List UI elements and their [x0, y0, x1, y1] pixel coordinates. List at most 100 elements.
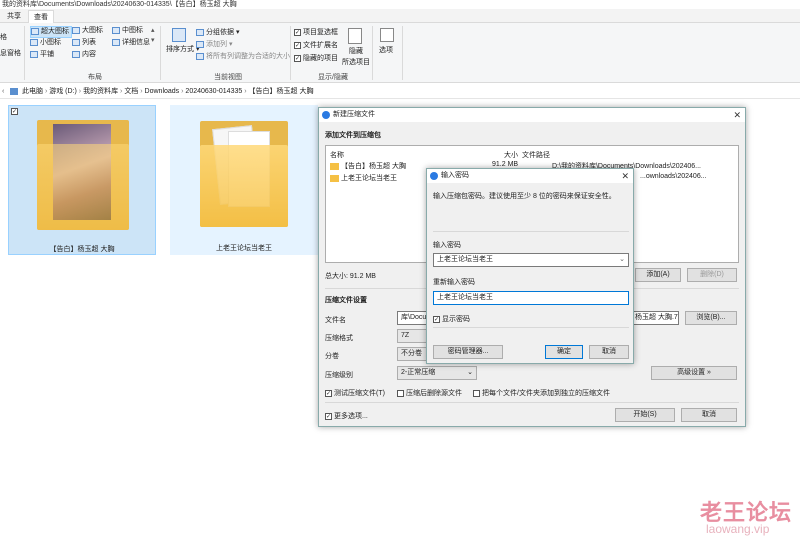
add-column-icon — [196, 40, 204, 48]
layout-details[interactable]: 详细信息 — [112, 38, 150, 48]
ok-button[interactable]: 确定 — [545, 345, 583, 359]
address-bar[interactable]: ‹ 此电脑 › 游戏 (D:) › 我的资料库 › 文档 › Downloads… — [0, 84, 800, 99]
password-input[interactable]: 上老王论坛当老王 ⌄ — [433, 253, 629, 267]
layout-group-label: 布局 — [88, 74, 102, 81]
breadcrumb-item[interactable]: 游戏 (D:) — [49, 88, 77, 95]
window-path-title: 我的资料库\Documents\Downloads\20240630-01433… — [0, 0, 800, 9]
layout-label: 详细信息 — [122, 39, 150, 46]
show-hide-label: 文件扩展名 — [303, 42, 338, 49]
cancel-button[interactable]: 取消 — [589, 345, 629, 359]
close-icon[interactable]: ✕ — [621, 169, 629, 183]
details-pane-cut-label[interactable]: 息窗格 — [0, 49, 21, 59]
item-checkboxes-toggle[interactable]: ✓ 项目复选框 — [294, 28, 338, 38]
filename-input-tail[interactable]: 杨玉超 大胸.7z — [631, 311, 679, 325]
add-button[interactable]: 添加(A) — [635, 268, 681, 282]
layout-tiles[interactable]: 平铺 — [30, 50, 54, 60]
details-icon — [112, 38, 120, 46]
hidden-items-toggle[interactable]: ✓ 隐藏的项目 — [294, 54, 338, 64]
fit-columns-label: 将所有列调整为合适的大小 — [206, 53, 290, 60]
column-size[interactable]: 大小 — [504, 150, 518, 160]
hide-selected-icon — [348, 28, 362, 44]
layout-label: 大图标 — [82, 27, 103, 34]
chevron-down-icon[interactable]: ⌄ — [619, 254, 625, 266]
layout-list[interactable]: 列表 — [72, 38, 96, 48]
breadcrumb-item[interactable]: Downloads — [145, 88, 180, 95]
tab-view[interactable]: 查看 — [28, 10, 54, 23]
close-icon[interactable]: ✕ — [733, 108, 741, 122]
reenter-password-input[interactable]: 上老王论坛当老王 — [433, 291, 629, 305]
add-files-header: 添加文件到压缩包 — [325, 132, 381, 139]
sort-icon — [172, 28, 186, 42]
layout-large-icons[interactable]: 大图标 — [72, 26, 103, 36]
list-icon — [72, 38, 80, 46]
delete-source-checkbox[interactable]: 压缩后删除源文件 — [397, 388, 462, 398]
folder-tile[interactable]: ✓ 【告白】杨玉超 大胸 — [8, 105, 156, 255]
show-password-checkbox[interactable]: ✓ 显示密码 — [433, 314, 470, 324]
navigation-pane-cut-label[interactable]: 格 — [0, 33, 7, 43]
large-icons-icon — [72, 26, 80, 34]
column-name[interactable]: 名称 — [330, 150, 344, 160]
sort-by-button[interactable]: 排序方式 ▾ — [166, 45, 199, 55]
layout-scroll-arrows-icon[interactable]: ▴ ▾ — [151, 26, 155, 46]
delete-button[interactable]: 删除(D) — [687, 268, 737, 282]
list-item[interactable]: 上老王论坛当老王 — [330, 173, 397, 183]
enter-password-label: 输入密码 — [433, 242, 461, 249]
cancel-button[interactable]: 取消 — [681, 408, 737, 422]
breadcrumb-item[interactable]: 【告白】杨玉超 大胸 — [249, 88, 314, 95]
hide-selected-button[interactable]: 隐藏 所选项目 — [342, 46, 370, 68]
breadcrumb-item[interactable]: 文档 — [124, 88, 138, 95]
group-by-label: 分组依据 — [206, 29, 234, 36]
breadcrumb-item[interactable]: 我的资料库 — [83, 88, 118, 95]
folder-tile[interactable]: 上老王论坛当老王 — [170, 105, 318, 255]
dialog-title: 新建压缩文件 — [333, 111, 375, 118]
level-value: 2-正常压缩 — [401, 369, 436, 376]
layout-content[interactable]: 内容 — [72, 50, 96, 60]
breadcrumb-item[interactable]: 20240630-014335 — [185, 88, 242, 95]
layout-label: 列表 — [82, 39, 96, 46]
layout-small-icons[interactable]: 小图标 — [30, 38, 61, 48]
file-extensions-toggle[interactable]: ✓ 文件扩展名 — [294, 41, 338, 51]
this-pc-icon — [10, 88, 18, 95]
password-manager-button[interactable]: 密码管理器... — [433, 345, 503, 359]
add-column-button[interactable]: 添加列 ▾ — [196, 40, 232, 50]
add-column-label: 添加列 — [206, 41, 227, 48]
group-by-button[interactable]: 分组依据 ▾ — [196, 28, 239, 38]
options-button[interactable]: 选项 — [379, 46, 393, 56]
back-icon[interactable]: ‹ — [2, 84, 4, 99]
start-button[interactable]: 开始(S) — [615, 408, 675, 422]
options-icon — [380, 28, 394, 42]
breadcrumb-item[interactable]: 此电脑 — [22, 88, 43, 95]
layout-label: 中图标 — [122, 27, 143, 34]
checkbox-checked-icon[interactable]: ✓ — [11, 108, 18, 115]
fit-columns-button[interactable]: 将所有列调整为合适的大小 — [196, 52, 290, 62]
ribbon: 格 息窗格 超大图标 大图标 中图标 小图标 列表 详细信息 平铺 内容 ▴ ▾ … — [0, 23, 800, 83]
item-name: 【告白】杨玉超 大胸 — [341, 163, 406, 170]
level-select[interactable]: 2-正常压缩 ⌄ — [397, 366, 477, 380]
advanced-settings-button[interactable]: 高级设置 » — [651, 366, 737, 380]
app-icon — [322, 111, 330, 119]
password-hint: 输入压缩包密码。建议使用至少 8 位的密码来保证安全性。 — [433, 193, 616, 200]
dialog-title: 输入密码 — [441, 172, 469, 179]
list-item[interactable]: 【告白】杨玉超 大胸 — [330, 161, 406, 171]
folder-front — [200, 145, 288, 227]
medium-icons-icon — [112, 26, 120, 34]
folder-icon — [330, 174, 339, 182]
watermark-url: laowang.vip — [706, 522, 770, 536]
checkbox-empty-icon — [397, 389, 404, 397]
test-archive-checkbox[interactable]: ✓ 测试压缩文件(T) — [325, 388, 385, 398]
separate-archives-checkbox[interactable]: 把每个文件/文件夹添加到独立的压缩文件 — [473, 388, 610, 398]
layout-medium-icons[interactable]: 中图标 — [112, 26, 143, 36]
item-path: ...ownloads\202406... — [640, 173, 707, 180]
tab-share[interactable]: 共享 — [2, 10, 26, 23]
chevron-down-icon: ⌄ — [467, 369, 473, 376]
password-value: 上老王论坛当老王 — [437, 256, 493, 263]
column-path[interactable]: 文件路径 — [522, 150, 550, 160]
browse-button[interactable]: 浏览(B)... — [685, 311, 737, 325]
more-options-checkbox[interactable]: ✓ 更多选项... — [325, 411, 368, 421]
dialog-titlebar: 输入密码 ✕ — [427, 169, 633, 183]
show-hide-label: 隐藏的项目 — [303, 55, 338, 62]
checkbox-label: 显示密码 — [442, 316, 470, 323]
layout-label: 平铺 — [40, 51, 54, 58]
group-by-icon — [196, 28, 204, 36]
layout-extra-large-icons[interactable]: 超大图标 — [30, 26, 72, 38]
